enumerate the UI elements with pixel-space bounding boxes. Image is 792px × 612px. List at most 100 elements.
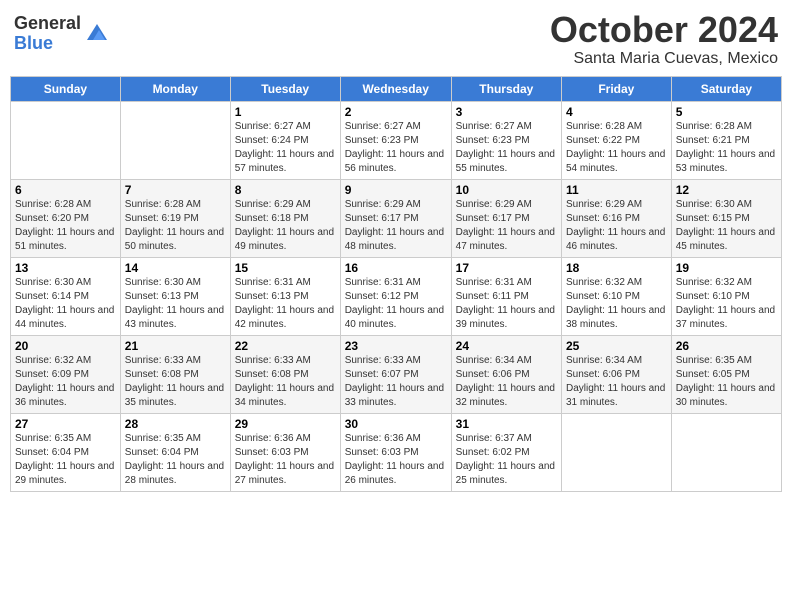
day-number: 23 — [345, 339, 447, 353]
day-number: 10 — [456, 183, 557, 197]
logo: General Blue — [14, 14, 111, 54]
day-info: Sunrise: 6:36 AM Sunset: 6:03 PM Dayligh… — [345, 432, 447, 488]
day-info: Sunrise: 6:28 AM Sunset: 6:20 PM Dayligh… — [15, 198, 116, 254]
calendar-day-header: Friday — [561, 76, 671, 101]
day-info: Sunrise: 6:30 AM Sunset: 6:15 PM Dayligh… — [676, 198, 777, 254]
calendar-table: SundayMondayTuesdayWednesdayThursdayFrid… — [10, 76, 782, 492]
day-number: 29 — [235, 417, 336, 431]
day-number: 19 — [676, 261, 777, 275]
day-info: Sunrise: 6:33 AM Sunset: 6:08 PM Dayligh… — [125, 354, 226, 410]
calendar-cell: 14Sunrise: 6:30 AM Sunset: 6:13 PM Dayli… — [120, 257, 230, 335]
calendar-cell: 22Sunrise: 6:33 AM Sunset: 6:08 PM Dayli… — [230, 335, 340, 413]
day-info: Sunrise: 6:28 AM Sunset: 6:19 PM Dayligh… — [125, 198, 226, 254]
day-number: 20 — [15, 339, 116, 353]
day-info: Sunrise: 6:35 AM Sunset: 6:04 PM Dayligh… — [125, 432, 226, 488]
day-number: 18 — [566, 261, 667, 275]
day-number: 1 — [235, 105, 336, 119]
day-number: 5 — [676, 105, 777, 119]
day-number: 15 — [235, 261, 336, 275]
title-block: October 2024 Santa Maria Cuevas, Mexico — [550, 10, 778, 68]
calendar-cell: 27Sunrise: 6:35 AM Sunset: 6:04 PM Dayli… — [11, 413, 121, 491]
calendar-week-row: 1Sunrise: 6:27 AM Sunset: 6:24 PM Daylig… — [11, 101, 782, 179]
calendar-day-header: Tuesday — [230, 76, 340, 101]
day-number: 17 — [456, 261, 557, 275]
day-number: 27 — [15, 417, 116, 431]
calendar-cell: 1Sunrise: 6:27 AM Sunset: 6:24 PM Daylig… — [230, 101, 340, 179]
calendar-week-row: 20Sunrise: 6:32 AM Sunset: 6:09 PM Dayli… — [11, 335, 782, 413]
day-info: Sunrise: 6:32 AM Sunset: 6:09 PM Dayligh… — [15, 354, 116, 410]
calendar-cell: 29Sunrise: 6:36 AM Sunset: 6:03 PM Dayli… — [230, 413, 340, 491]
calendar-week-row: 27Sunrise: 6:35 AM Sunset: 6:04 PM Dayli… — [11, 413, 782, 491]
calendar-cell: 13Sunrise: 6:30 AM Sunset: 6:14 PM Dayli… — [11, 257, 121, 335]
day-info: Sunrise: 6:35 AM Sunset: 6:04 PM Dayligh… — [15, 432, 116, 488]
day-info: Sunrise: 6:30 AM Sunset: 6:14 PM Dayligh… — [15, 276, 116, 332]
calendar-cell: 28Sunrise: 6:35 AM Sunset: 6:04 PM Dayli… — [120, 413, 230, 491]
day-number: 24 — [456, 339, 557, 353]
calendar-cell: 25Sunrise: 6:34 AM Sunset: 6:06 PM Dayli… — [561, 335, 671, 413]
day-info: Sunrise: 6:31 AM Sunset: 6:13 PM Dayligh… — [235, 276, 336, 332]
day-number: 26 — [676, 339, 777, 353]
day-number: 12 — [676, 183, 777, 197]
day-info: Sunrise: 6:27 AM Sunset: 6:23 PM Dayligh… — [456, 120, 557, 176]
day-number: 25 — [566, 339, 667, 353]
calendar-cell: 3Sunrise: 6:27 AM Sunset: 6:23 PM Daylig… — [451, 101, 561, 179]
calendar-cell: 19Sunrise: 6:32 AM Sunset: 6:10 PM Dayli… — [671, 257, 781, 335]
logo-icon — [83, 20, 111, 48]
day-number: 14 — [125, 261, 226, 275]
day-number: 7 — [125, 183, 226, 197]
day-number: 4 — [566, 105, 667, 119]
day-number: 13 — [15, 261, 116, 275]
day-info: Sunrise: 6:34 AM Sunset: 6:06 PM Dayligh… — [566, 354, 667, 410]
calendar-cell: 23Sunrise: 6:33 AM Sunset: 6:07 PM Dayli… — [340, 335, 451, 413]
calendar-cell: 17Sunrise: 6:31 AM Sunset: 6:11 PM Dayli… — [451, 257, 561, 335]
day-info: Sunrise: 6:32 AM Sunset: 6:10 PM Dayligh… — [676, 276, 777, 332]
day-info: Sunrise: 6:31 AM Sunset: 6:11 PM Dayligh… — [456, 276, 557, 332]
calendar-day-header: Sunday — [11, 76, 121, 101]
calendar-cell: 11Sunrise: 6:29 AM Sunset: 6:16 PM Dayli… — [561, 179, 671, 257]
day-info: Sunrise: 6:30 AM Sunset: 6:13 PM Dayligh… — [125, 276, 226, 332]
calendar-week-row: 6Sunrise: 6:28 AM Sunset: 6:20 PM Daylig… — [11, 179, 782, 257]
calendar-cell: 8Sunrise: 6:29 AM Sunset: 6:18 PM Daylig… — [230, 179, 340, 257]
day-number: 2 — [345, 105, 447, 119]
calendar-day-header: Monday — [120, 76, 230, 101]
calendar-cell: 18Sunrise: 6:32 AM Sunset: 6:10 PM Dayli… — [561, 257, 671, 335]
logo-blue-text: Blue — [14, 34, 81, 54]
day-info: Sunrise: 6:28 AM Sunset: 6:21 PM Dayligh… — [676, 120, 777, 176]
calendar-header-row: SundayMondayTuesdayWednesdayThursdayFrid… — [11, 76, 782, 101]
calendar-cell: 4Sunrise: 6:28 AM Sunset: 6:22 PM Daylig… — [561, 101, 671, 179]
day-number: 28 — [125, 417, 226, 431]
day-info: Sunrise: 6:29 AM Sunset: 6:17 PM Dayligh… — [345, 198, 447, 254]
day-number: 11 — [566, 183, 667, 197]
calendar-cell: 15Sunrise: 6:31 AM Sunset: 6:13 PM Dayli… — [230, 257, 340, 335]
calendar-day-header: Wednesday — [340, 76, 451, 101]
calendar-cell: 12Sunrise: 6:30 AM Sunset: 6:15 PM Dayli… — [671, 179, 781, 257]
calendar-cell: 31Sunrise: 6:37 AM Sunset: 6:02 PM Dayli… — [451, 413, 561, 491]
header: General Blue October 2024 Santa Maria Cu… — [10, 10, 782, 68]
day-info: Sunrise: 6:34 AM Sunset: 6:06 PM Dayligh… — [456, 354, 557, 410]
day-info: Sunrise: 6:31 AM Sunset: 6:12 PM Dayligh… — [345, 276, 447, 332]
day-info: Sunrise: 6:27 AM Sunset: 6:23 PM Dayligh… — [345, 120, 447, 176]
location: Santa Maria Cuevas, Mexico — [550, 50, 778, 68]
calendar-cell: 2Sunrise: 6:27 AM Sunset: 6:23 PM Daylig… — [340, 101, 451, 179]
calendar-cell — [120, 101, 230, 179]
day-info: Sunrise: 6:32 AM Sunset: 6:10 PM Dayligh… — [566, 276, 667, 332]
day-number: 6 — [15, 183, 116, 197]
day-number: 9 — [345, 183, 447, 197]
day-info: Sunrise: 6:27 AM Sunset: 6:24 PM Dayligh… — [235, 120, 336, 176]
day-info: Sunrise: 6:36 AM Sunset: 6:03 PM Dayligh… — [235, 432, 336, 488]
calendar-cell — [11, 101, 121, 179]
calendar-week-row: 13Sunrise: 6:30 AM Sunset: 6:14 PM Dayli… — [11, 257, 782, 335]
day-info: Sunrise: 6:28 AM Sunset: 6:22 PM Dayligh… — [566, 120, 667, 176]
calendar-cell — [561, 413, 671, 491]
day-number: 8 — [235, 183, 336, 197]
calendar-day-header: Thursday — [451, 76, 561, 101]
calendar-cell: 16Sunrise: 6:31 AM Sunset: 6:12 PM Dayli… — [340, 257, 451, 335]
calendar-cell — [671, 413, 781, 491]
day-info: Sunrise: 6:37 AM Sunset: 6:02 PM Dayligh… — [456, 432, 557, 488]
calendar-cell: 26Sunrise: 6:35 AM Sunset: 6:05 PM Dayli… — [671, 335, 781, 413]
calendar-cell: 20Sunrise: 6:32 AM Sunset: 6:09 PM Dayli… — [11, 335, 121, 413]
day-info: Sunrise: 6:35 AM Sunset: 6:05 PM Dayligh… — [676, 354, 777, 410]
day-info: Sunrise: 6:33 AM Sunset: 6:07 PM Dayligh… — [345, 354, 447, 410]
month-title: October 2024 — [550, 10, 778, 50]
day-number: 31 — [456, 417, 557, 431]
